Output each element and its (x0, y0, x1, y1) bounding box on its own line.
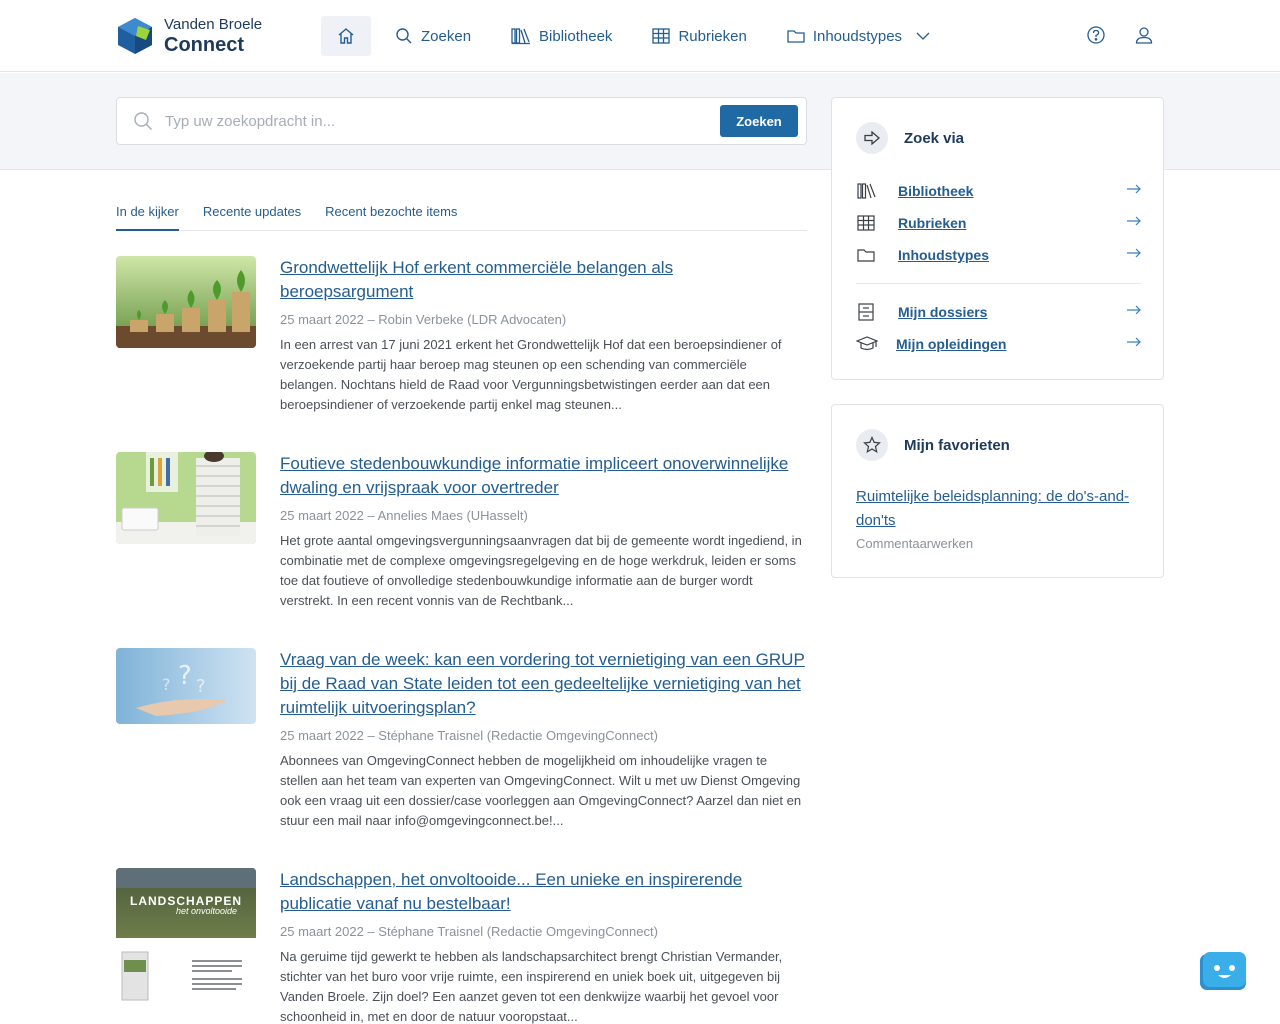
nav-bibliotheek[interactable]: Bibliotheek (511, 16, 612, 56)
zoek-via-title: Zoek via (904, 129, 965, 147)
arrow-right-icon (1127, 305, 1141, 315)
dossier-icon (858, 303, 874, 321)
folder-icon (787, 30, 805, 43)
nav-rubrieken-label: Rubrieken (678, 27, 747, 45)
help-icon[interactable] (1087, 26, 1105, 44)
article-title-link[interactable]: Grondwettelijk Hof erkent commerciële be… (280, 256, 807, 304)
svg-text:?: ? (196, 676, 206, 697)
thumb-subtitle: het onvoltooide (176, 906, 238, 916)
arrow-right-icon (1127, 248, 1141, 258)
article-thumbnail[interactable] (116, 256, 256, 348)
chevron-down-icon[interactable] (916, 31, 930, 41)
graduation-cap-icon (856, 336, 878, 351)
library-icon (511, 28, 531, 45)
zoek-via-mijn-opleidingen-label: Mijn opleidingen (896, 336, 1007, 352)
tab-in-de-kijker[interactable]: In de kijker (116, 200, 179, 231)
article-thumbnail[interactable]: LANDSCHAPPEN het onvoltooide (116, 868, 256, 1004)
article-excerpt: Abonnees van OmgevingConnect hebben de m… (280, 753, 802, 828)
grid-icon (652, 28, 671, 44)
nav-zoeken[interactable]: Zoeken (395, 16, 471, 56)
search-icon (396, 28, 412, 44)
brand-line2: Connect (164, 34, 244, 56)
zoek-via-inhoudstypes-label: Inhoudstypes (898, 247, 990, 263)
user-icon[interactable] (1135, 26, 1153, 44)
nav-inhoudstypes[interactable]: Inhoudstypes (787, 16, 938, 56)
search-button[interactable]: Zoeken (720, 105, 798, 137)
article-excerpt: Het grote aantal omgevingsvergunningsaan… (280, 533, 802, 608)
content-tabs: In de kijker Recente updates Recent bezo… (116, 200, 807, 231)
favorite-item-type: Commentaarwerken (856, 536, 974, 551)
plant-coins-image (116, 256, 256, 348)
favorieten-title: Mijn favorieten (904, 436, 1010, 454)
zoek-via-mijn-dossiers-label: Mijn dossiers (898, 304, 988, 320)
grid-icon (857, 215, 875, 231)
brand-line1: Vanden Broele (164, 16, 263, 33)
home-icon (338, 28, 354, 44)
library-icon (857, 183, 876, 199)
favorite-item-link[interactable]: Ruimtelijke beleidsplanning: de do's-and… (856, 485, 1141, 533)
nav-inhoudstypes-label: Inhoudstypes (812, 27, 903, 45)
zoek-via-bibliotheek-label: Bibliotheek (898, 183, 974, 199)
zoek-via-bibliotheek[interactable]: Bibliotheek (856, 180, 1141, 202)
zoek-via-mijn-dossiers[interactable]: Mijn dossiers (856, 301, 1141, 323)
search-bar: Zoeken (116, 97, 807, 145)
nav-home[interactable] (321, 16, 371, 56)
logo-cube-icon (118, 18, 152, 54)
question-hand-image: ? ? ? (116, 648, 256, 724)
favorieten-card: Mijn favorieten Ruimtelijke beleidsplann… (831, 404, 1164, 578)
main-nav: Zoeken Bibliotheek Rubrieken Inhoudstype… (321, 16, 978, 56)
zoek-via-inhoudstypes[interactable]: Inhoudstypes (856, 244, 1141, 266)
zoek-via-mijn-opleidingen[interactable]: Mijn opleidingen (856, 333, 1141, 355)
svg-text:?: ? (162, 675, 171, 694)
nav-rubrieken[interactable]: Rubrieken (652, 16, 747, 56)
article-meta: 25 maart 2022 – Stéphane Traisnel (Redac… (280, 924, 658, 939)
paper-stack-image (116, 452, 256, 544)
book-cover-image (116, 868, 256, 1004)
article-title-link[interactable]: Landschappen, het onvoltooide... Een uni… (280, 868, 807, 916)
arrow-right-icon (1127, 337, 1141, 347)
svg-text:?: ? (178, 661, 192, 691)
chatbot-face-icon (1200, 952, 1246, 990)
chatbot-button[interactable] (1198, 952, 1248, 992)
article-excerpt: Na geruime tijd gewerkt te hebben als la… (280, 949, 783, 1024)
tab-recent-bezocht[interactable]: Recent bezochte items (325, 200, 457, 231)
article-thumbnail[interactable]: ? ? ? (116, 648, 256, 724)
tab-recente-updates[interactable]: Recente updates (203, 200, 301, 231)
nav-zoeken-label: Zoeken (421, 27, 472, 45)
article-meta: 25 maart 2022 – Annelies Maes (UHasselt) (280, 508, 528, 523)
nav-bibliotheek-label: Bibliotheek (539, 27, 613, 45)
zoek-via-rubrieken-label: Rubrieken (898, 215, 967, 231)
search-input[interactable] (165, 112, 720, 130)
top-header: Vanden Broele Connect Zoeken Bibliotheek (0, 0, 1280, 72)
article-title-link[interactable]: Vraag van de week: kan een vordering tot… (280, 648, 807, 720)
star-icon (856, 429, 888, 461)
search-icon (134, 112, 152, 130)
brand-logo[interactable]: Vanden Broele Connect (116, 16, 262, 56)
folder-icon (857, 249, 875, 262)
arrow-right-circle-icon (856, 122, 888, 154)
arrow-right-icon (1127, 184, 1141, 194)
article-excerpt: In een arrest van 17 juni 2021 erkent he… (280, 337, 782, 412)
card-divider (856, 283, 1141, 284)
zoek-via-card: Zoek via Bibliotheek Rubrieken Inhoudsty… (831, 97, 1164, 380)
article-meta: 25 maart 2022 – Stéphane Traisnel (Redac… (280, 728, 658, 743)
arrow-right-icon (1127, 216, 1141, 226)
article-meta: 25 maart 2022 – Robin Verbeke (LDR Advoc… (280, 312, 567, 327)
zoek-via-rubrieken[interactable]: Rubrieken (856, 212, 1141, 234)
article-thumbnail[interactable] (116, 452, 256, 544)
article-title-link[interactable]: Foutieve stedenbouwkundige informatie im… (280, 452, 807, 500)
